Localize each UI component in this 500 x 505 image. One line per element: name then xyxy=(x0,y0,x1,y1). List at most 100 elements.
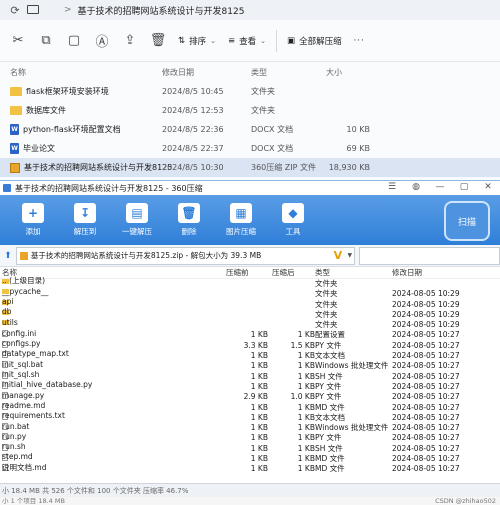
column-name[interactable]: 名称 xyxy=(10,67,26,78)
zip-file-row[interactable]: config.ini 1 KB 1 KB 配置设置 2024-08-05 10:27 xyxy=(0,329,500,340)
explorer-file-row[interactable]: 基于技术的招聘网站系统设计与开发8125 2024/8/5 10:30 360压缩 … xyxy=(0,158,500,177)
explorer-address-bar: ⟳ > 基于技术的招聘网站系统设计与开发8125 xyxy=(0,0,500,20)
zip-tool-image-compress-button[interactable]: ▦ 图片压缩 xyxy=(216,195,266,245)
extract-all-button[interactable]: ▣ 全部解压缩 xyxy=(281,29,348,53)
zip-titlebar: 基于技术的招聘网站系统设计与开发8125 - 360压缩 ☰ ◍ — ▢ ✕ xyxy=(0,181,500,195)
skin-icon[interactable]: ◍ xyxy=(404,181,428,194)
zip-tool-trash-button[interactable]: 🗑 删除 xyxy=(164,195,214,245)
entry-type: MD 文件 xyxy=(315,454,345,464)
explorer-file-row[interactable]: W 毕业论文 2024/8/5 22:37 DOCX 文档 69 KB xyxy=(0,139,500,158)
explorer-file-row[interactable]: 数据库文件 2024/8/5 12:53 文件夹 xyxy=(0,101,500,120)
zip-tool-add-button[interactable]: + 添加 xyxy=(8,195,58,245)
entry-name-text: api xyxy=(2,296,14,306)
column-type[interactable]: 类型 xyxy=(315,267,330,278)
tool-label: 添加 xyxy=(25,227,41,236)
entry-date: 2024-08-05 10:27 xyxy=(392,340,460,350)
zip-tool-tools-button[interactable]: ◆ 工具 xyxy=(268,195,318,245)
breadcrumb-current-folder[interactable]: 基于技术的招聘网站系统设计与开发8125 xyxy=(78,4,245,17)
breadcrumb[interactable]: > 基于技术的招聘网站系统设计与开发8125 xyxy=(58,4,244,17)
monitor-icon[interactable] xyxy=(24,4,42,17)
zip-file-row[interactable]: utils 文件夹 2024-08-05 10:29 xyxy=(0,318,500,330)
zip-file-row[interactable]: configs.py 3.3 KB 1.5 KB PY 文件 2024-08-05 10… xyxy=(0,339,500,351)
zip-file-row[interactable]: __pycache__ 文件夹 2024-08-05 10:29 xyxy=(0,287,500,299)
explorer-file-row[interactable]: flask框架环境安装环境 2024/8/5 10:45 文件夹 xyxy=(0,82,500,101)
close-icon[interactable]: ✕ xyxy=(476,181,500,194)
zip-tool-one-click-extract-button[interactable]: ▤ 一键解压 xyxy=(112,195,162,245)
entry-type: PY 文件 xyxy=(315,433,342,443)
more-options-button[interactable]: ··· xyxy=(348,29,371,53)
share-icon[interactable]: ⇪ xyxy=(116,27,144,55)
entry-size: 1 KB xyxy=(250,402,268,412)
zip-file-row[interactable]: init_sql.bat 1 KB 1 KB Windows 批处理文件 2024-08… xyxy=(0,359,500,371)
zip-tool-extract-button[interactable]: ↧ 解压到 xyxy=(60,195,110,245)
entry-compressed-size: 1 KB xyxy=(297,423,315,433)
zip-path-field[interactable]: 基于技术的招聘网站系统设计与开发8125.zip - 解包大小为 39.3 MB… xyxy=(15,246,356,265)
zip-file-row[interactable]: manage.py 2.9 KB 1.0 KB PY 文件 2024-08-05 10:… xyxy=(0,391,500,402)
cut-icon[interactable]: ✂ xyxy=(4,27,32,55)
entry-date: 2024-08-05 10:27 xyxy=(392,433,460,443)
refresh-icon[interactable]: ⟳ xyxy=(6,4,24,17)
tool-label: 工具 xyxy=(285,227,301,236)
column-type[interactable]: 类型 xyxy=(251,67,267,78)
menu-icon[interactable]: ☰ xyxy=(380,181,404,194)
file-size: 69 KB xyxy=(346,144,370,153)
zip-file-row[interactable]: api 文件夹 2024-08-05 10:29 xyxy=(0,296,500,310)
extract-icon: ↧ xyxy=(74,203,96,223)
column-size[interactable]: 大小 xyxy=(326,67,342,78)
one-click-extract-icon: ▤ xyxy=(126,203,148,223)
zip-file-row[interactable]: run.sh 1 KB 1 KB SH 文件 2024-08-05 10:27 xyxy=(0,442,500,454)
entry-name-text: run.py xyxy=(2,431,27,441)
entry-type: 文件夹 xyxy=(315,309,338,319)
column-date[interactable]: 修改日期 xyxy=(162,67,194,78)
paste-icon[interactable]: ▢ xyxy=(60,27,88,55)
minimize-icon[interactable]: — xyxy=(428,181,452,194)
column-date[interactable]: 修改日期 xyxy=(392,267,422,278)
zip-search-input[interactable] xyxy=(359,246,500,265)
watermark: CSDN @zhihao502 xyxy=(435,497,496,505)
zip-file-row[interactable]: readme.md 1 KB 1 KB MD 文件 2024-08-05 10:27 xyxy=(0,400,500,413)
entry-name-text: configs.py xyxy=(2,339,41,349)
entry-date: 2024-08-05 10:29 xyxy=(392,289,460,299)
entry-date: 2024-08-05 10:27 xyxy=(392,351,460,361)
entry-compressed-size: 1 KB xyxy=(297,433,315,443)
copy-icon[interactable]: ⧉ xyxy=(32,27,60,55)
entry-name-text: readme.md xyxy=(2,400,46,410)
file-name-text: 毕业论文 xyxy=(23,144,55,153)
rename-icon[interactable]: Ⓐ xyxy=(88,27,116,55)
zip-file-row[interactable]: run.bat 1 KB 1 KB Windows 批处理文件 2024-08-05 1… xyxy=(0,422,500,433)
zip-file-row[interactable]: initial_hive_database.py 1 KB 1 KB PY 文件 202… xyxy=(0,380,500,392)
zip-path-text: 基于技术的招聘网站系统设计与开发8125.zip - 解包大小为 39.3 MB xyxy=(30,251,262,260)
maximize-icon[interactable]: ▢ xyxy=(452,181,476,194)
column-compressed[interactable]: 压缩后 xyxy=(272,267,295,278)
zip-file-row[interactable]: 说明文档.md 1 KB 1 KB MD 文件 2024-08-05 10:27 xyxy=(0,463,500,474)
add-icon: + xyxy=(22,203,44,223)
sort-icon: ⇅ xyxy=(178,35,186,46)
entry-name-text: db xyxy=(2,307,12,317)
scan-button[interactable]: 扫描 xyxy=(444,201,490,241)
tool-label: 图片压缩 xyxy=(226,227,256,236)
zip-file-row[interactable]: db 文件夹 2024-08-05 10:29 xyxy=(0,307,500,320)
entry-compressed-size: 1 KB xyxy=(297,443,315,453)
bottom-status-text: 小 1 个项目 18.4 MB xyxy=(2,497,65,505)
sort-button[interactable]: ⇅ 排序 ⌄ xyxy=(172,29,222,53)
more-icon: ··· xyxy=(353,35,365,46)
column-size[interactable]: 压缩前 xyxy=(226,267,249,278)
tool-label: 解压到 xyxy=(73,227,97,236)
zip-file-row[interactable]: datatype_map.txt 1 KB 1 KB 文本文档 2024-08-05 1… xyxy=(0,349,500,361)
view-button[interactable]: ≡ 查看 ⌄ xyxy=(222,29,272,53)
delete-icon[interactable]: 🗑 xyxy=(144,27,172,55)
zip-file-row[interactable]: .. (上级目录) 文件夹 xyxy=(0,276,500,289)
entry-name-text: init_sql.bat xyxy=(2,359,44,369)
chevron-down-icon[interactable]: ▼ xyxy=(348,252,353,259)
zip-file-row[interactable]: requirements.txt 1 KB 1 KB 文本文档 2024-08-05 1… xyxy=(0,411,500,423)
explorer-file-row[interactable]: Wpython-flask环境配置文档 2024/8/5 22:36 DOCX 文档… xyxy=(0,120,500,139)
entry-compressed-size: 1 KB xyxy=(297,412,315,422)
toolbar-divider xyxy=(276,29,278,52)
zip-file-row[interactable]: run.py 1 KB 1 KB PY 文件 2024-08-05 10:27 xyxy=(0,431,500,443)
entry-name-text: datatype_map.txt xyxy=(2,349,69,359)
zip-address-bar: ⬆ 基于技术的招聘网站系统设计与开发8125.zip - 解包大小为 39.3 … xyxy=(0,245,500,267)
up-arrow-icon[interactable]: ⬆ xyxy=(2,251,14,261)
file-type: 文件夹 xyxy=(251,87,275,96)
zip-file-row[interactable]: step.md 1 KB 1 KB MD 文件 2024-08-05 10:27 xyxy=(0,452,500,464)
zip-window: 基于技术的招聘网站系统设计与开发8125 - 360压缩 ☰ ◍ — ▢ ✕ +… xyxy=(0,180,500,505)
